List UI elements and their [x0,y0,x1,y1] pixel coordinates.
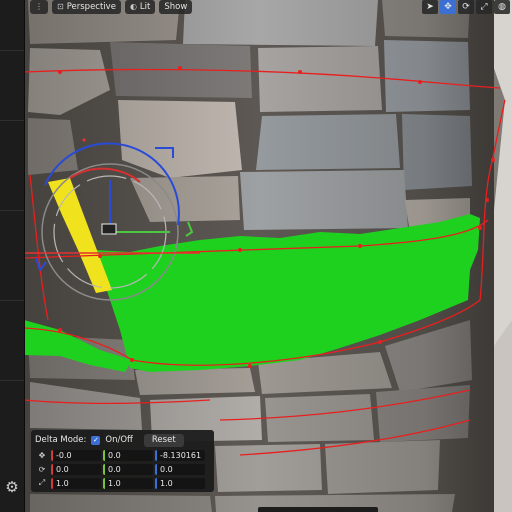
delta-toggle-checkbox[interactable]: ✓ [91,435,101,445]
perspective-button[interactable]: ⊡ Perspective [52,0,121,14]
select-arrow-icon[interactable]: ➤ [422,0,438,14]
lit-sphere-icon: ◐ [129,2,137,11]
translation-z-field[interactable]: -8.130161 [155,449,205,461]
scale-icon[interactable]: ⤢ [476,0,492,14]
scale-x-field[interactable]: 1.0 [51,477,101,489]
perspective-label: Perspective [66,2,116,12]
move-icon: ✥ [38,450,46,460]
rotation-row: ⟳ 0.0 0.0 0.0 [35,463,210,475]
viewport-toolbar: ⋮ ⊡ Perspective ◐ Lit Show [30,0,193,14]
globe-icon[interactable]: ◍ [494,0,510,14]
delta-mode-label: Delta Mode: [35,435,87,445]
translation-row: ✥ -0.0 0.0 -8.130161 [35,449,210,461]
scale-y-field[interactable]: 1.0 [103,477,153,489]
translation-x-field[interactable]: -0.0 [51,449,101,461]
lit-button[interactable]: ◐ Lit [124,0,156,14]
show-button[interactable]: Show [159,0,193,14]
menu-dots-icon: ⋮ [35,2,43,11]
rotate-icon[interactable]: ⟳ [458,0,474,14]
left-panel-strip: ⚙ [0,0,25,512]
delta-toggle-label: On/Off [105,435,133,445]
translation-y-field[interactable]: 0.0 [103,449,153,461]
delta-mode-panel: Delta Mode: ✓ On/Off Reset ✥ -0.0 0.0 -8… [31,430,214,492]
gear-icon[interactable]: ⚙ [3,478,21,496]
transform-tools: ➤ ✥ ⟳ ⤢ ◍ [422,0,510,14]
scale-z-field[interactable]: 1.0 [155,477,205,489]
reset-button[interactable]: Reset [143,433,184,447]
bottom-panel-grip[interactable] [258,507,378,512]
scale-icon: ⤢ [38,478,46,487]
rotation-x-field[interactable]: 0.0 [51,463,101,475]
lit-label: Lit [139,2,151,12]
rotate-icon: ⟳ [38,464,46,474]
rotation-z-field[interactable]: 0.0 [155,463,205,475]
move-icon[interactable]: ✥ [440,0,456,14]
scale-row: ⤢ 1.0 1.0 1.0 [35,477,210,489]
show-label: Show [164,2,188,12]
viewport-menu-button[interactable]: ⋮ [30,0,48,14]
camera-icon: ⊡ [57,2,64,11]
rotation-y-field[interactable]: 0.0 [103,463,153,475]
